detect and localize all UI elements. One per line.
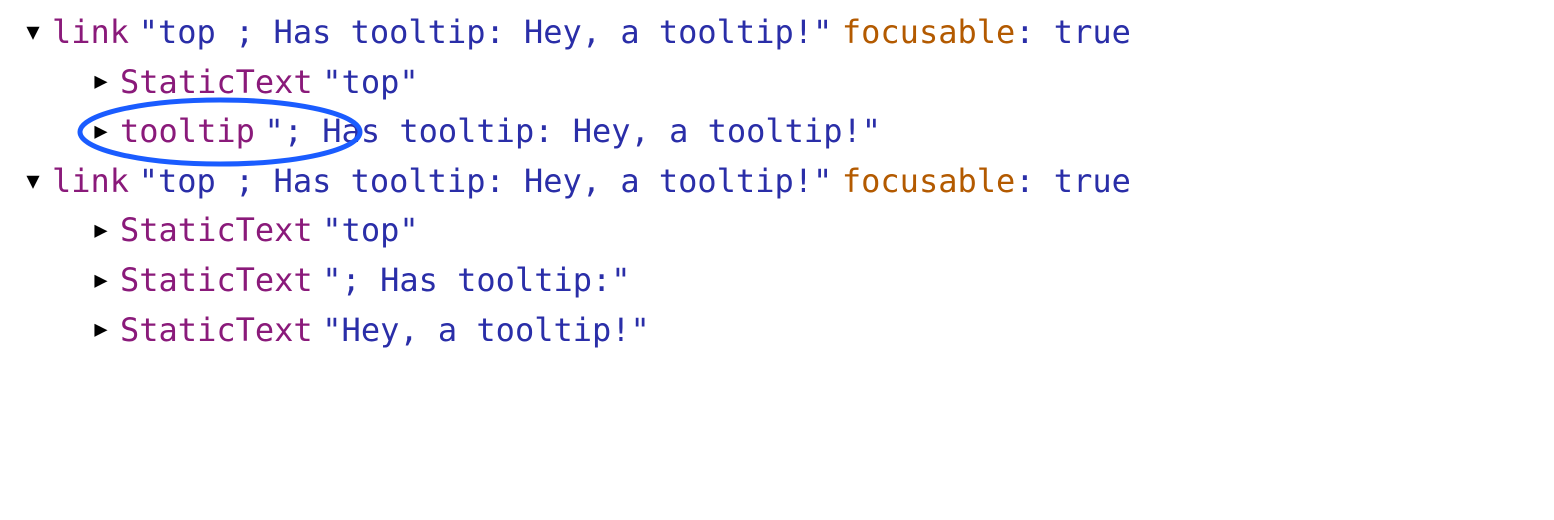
- a11y-role: StaticText: [120, 206, 313, 256]
- a11y-attr-name: focusable: [842, 157, 1015, 207]
- a11y-role: StaticText: [120, 58, 313, 108]
- a11y-role: tooltip: [120, 107, 255, 157]
- tree-row-static-text-2b[interactable]: ▶ StaticText "; Has tooltip:": [20, 256, 1534, 306]
- a11y-attr-value: : true: [1015, 157, 1131, 207]
- a11y-role: link: [52, 8, 129, 58]
- a11y-role: StaticText: [120, 306, 313, 356]
- a11y-name: "; Has tooltip: Hey, a tooltip!": [264, 107, 881, 157]
- a11y-role: link: [52, 157, 129, 207]
- a11y-attr-value: : true: [1015, 8, 1131, 58]
- a11y-name: "Hey, a tooltip!": [322, 306, 650, 356]
- a11y-attr-name: focusable: [842, 8, 1015, 58]
- a11y-name: "top ; Has tooltip: Hey, a tooltip!": [139, 157, 833, 207]
- tree-row-static-text-2c[interactable]: ▶ StaticText "Hey, a tooltip!": [20, 306, 1534, 356]
- disclosure-triangle-down-icon[interactable]: ▼: [20, 16, 46, 50]
- tree-row-tooltip-1b[interactable]: ▶ tooltip "; Has tooltip: Hey, a tooltip…: [20, 107, 1534, 157]
- a11y-role: StaticText: [120, 256, 313, 306]
- a11y-name: "top": [322, 58, 418, 108]
- highlight-circle: ▶ tooltip: [88, 107, 255, 157]
- tree-row-static-text-2a[interactable]: ▶ StaticText "top": [20, 206, 1534, 256]
- tree-row-static-text-1a[interactable]: ▶ StaticText "top": [20, 58, 1534, 108]
- tree-row-link-2[interactable]: ▼ link "top ; Has tooltip: Hey, a toolti…: [20, 157, 1534, 207]
- disclosure-triangle-right-icon[interactable]: ▶: [88, 115, 114, 149]
- a11y-name: "; Has tooltip:": [322, 256, 630, 306]
- disclosure-triangle-right-icon[interactable]: ▶: [88, 264, 114, 298]
- disclosure-triangle-down-icon[interactable]: ▼: [20, 165, 46, 199]
- a11y-name: "top ; Has tooltip: Hey, a tooltip!": [139, 8, 833, 58]
- disclosure-triangle-right-icon[interactable]: ▶: [88, 313, 114, 347]
- disclosure-triangle-right-icon[interactable]: ▶: [88, 214, 114, 248]
- a11y-name: "top": [322, 206, 418, 256]
- disclosure-triangle-right-icon[interactable]: ▶: [88, 65, 114, 99]
- tree-row-link-1[interactable]: ▼ link "top ; Has tooltip: Hey, a toolti…: [20, 8, 1534, 58]
